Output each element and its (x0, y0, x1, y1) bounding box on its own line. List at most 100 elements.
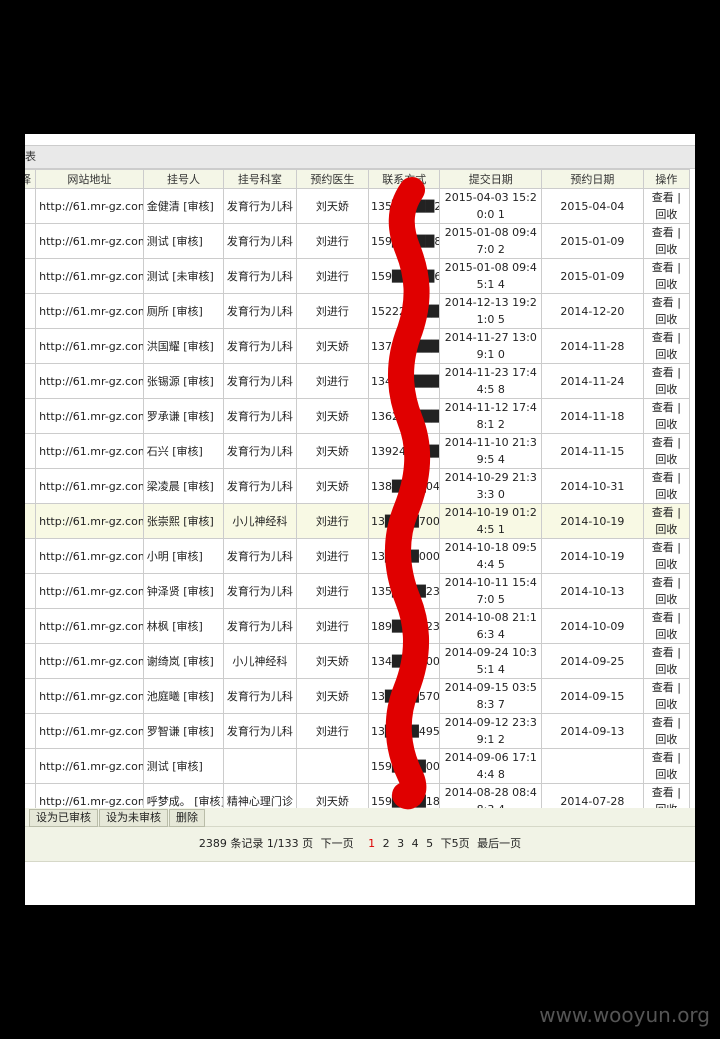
row-select-cell[interactable] (25, 223, 37, 259)
row-select-cell[interactable] (25, 293, 37, 329)
site-url-cell: http://61.mr-gz.com (35, 748, 144, 784)
col-operation: 操作 (642, 169, 691, 189)
row-select-cell[interactable] (25, 398, 37, 434)
operation-cell[interactable]: 查看 | 回收 (642, 573, 691, 609)
set-reviewed-button[interactable]: 设为已审核 (29, 809, 98, 827)
patient-cell: 洪国耀 [审核] (142, 328, 225, 364)
submit-date-cell: 2015-01-08 09:47:0 2 (439, 223, 543, 259)
row-select-cell[interactable] (25, 433, 37, 469)
operation-cell[interactable]: 查看 | 回收 (642, 433, 691, 469)
dept-cell: 发育行为儿科 (223, 398, 297, 434)
table-row: http://61.mr-gz.com 测试 [审核] 159████000 2014… (25, 748, 691, 784)
row-select-cell[interactable] (25, 713, 37, 749)
doctor-cell (295, 748, 370, 784)
row-select-cell[interactable] (25, 188, 37, 224)
submit-date-cell: 2014-09-24 10:35:1 4 (439, 643, 543, 679)
patient-cell: 测试 [审核] (142, 223, 225, 259)
col-site: 网站地址 (35, 169, 144, 189)
appointment-table: 择 网站地址 挂号人 挂号科室 预约医生 联系方式 提交日期 预约日期 操作 h… (25, 169, 691, 819)
delete-button[interactable]: 删除 (169, 809, 205, 827)
page-link-1[interactable]: 1 (368, 837, 375, 850)
site-url-cell: http://61.mr-gz.com (35, 678, 144, 714)
table-row: http://61.mr-gz.com 谢绮岚 [审核] 小儿神经科 刘天娇 134██… (25, 643, 691, 679)
submit-date-cell: 2014-11-27 13:09:1 0 (439, 328, 543, 364)
operation-cell[interactable]: 查看 | 回收 (642, 468, 691, 504)
doctor-cell: 刘天娇 (295, 398, 370, 434)
page-link-5[interactable]: 5 (426, 837, 433, 850)
operation-cell[interactable]: 查看 | 回收 (642, 713, 691, 749)
phone-cell: 13████0001 (368, 538, 441, 574)
row-select-cell[interactable] (25, 538, 37, 574)
submit-date-cell: 2014-10-11 15:47:0 5 (439, 573, 543, 609)
page-link-4[interactable]: 4 (412, 837, 419, 850)
page-link-3[interactable]: 3 (397, 837, 404, 850)
operation-cell[interactable]: 查看 | 回收 (642, 608, 691, 644)
site-url-cell: http://61.mr-gz.com (35, 713, 144, 749)
doctor-cell: 刘天娇 (295, 328, 370, 364)
dept-cell: 发育行为儿科 (223, 538, 297, 574)
table-row: http://61.mr-gz.com 洪国耀 [审核] 发育行为儿科 刘天娇 1371… (25, 328, 691, 364)
submit-date-cell: 2014-09-12 23:39:1 2 (439, 713, 543, 749)
patient-cell: 池庭曦 [审核] (142, 678, 225, 714)
phone-cell: 135████2344 (368, 573, 441, 609)
operation-cell[interactable]: 查看 | 回收 (642, 538, 691, 574)
doctor-cell: 刘进行 (295, 293, 370, 329)
appoint-date-cell (541, 748, 644, 784)
operation-cell[interactable]: 查看 | 回收 (642, 258, 691, 294)
phone-cell: 13████4956 (368, 713, 441, 749)
submit-date-cell: 2014-09-15 03:58:3 7 (439, 678, 543, 714)
submit-date-cell: 2014-11-23 17:44:5 8 (439, 363, 543, 399)
dept-cell: 发育行为儿科 (223, 328, 297, 364)
row-select-cell[interactable] (25, 328, 37, 364)
submit-date-cell: 2014-10-08 21:16:3 4 (439, 608, 543, 644)
row-select-cell[interactable] (25, 363, 37, 399)
operation-cell[interactable]: 查看 | 回收 (642, 188, 691, 224)
site-url-cell: http://61.mr-gz.com (35, 223, 144, 259)
dept-cell: 发育行为儿科 (223, 468, 297, 504)
row-select-cell[interactable] (25, 573, 37, 609)
doctor-cell: 刘进行 (295, 608, 370, 644)
operation-cell[interactable]: 查看 | 回收 (642, 503, 691, 539)
doctor-cell: 刘天娇 (295, 468, 370, 504)
page-link-2[interactable]: 2 (383, 837, 390, 850)
col-select: 择 (25, 169, 37, 189)
row-select-cell[interactable] (25, 258, 37, 294)
operation-cell[interactable]: 查看 | 回收 (642, 293, 691, 329)
row-select-cell[interactable] (25, 468, 37, 504)
appoint-date-cell: 2014-11-24 (541, 363, 644, 399)
doctor-cell: 刘进行 (295, 538, 370, 574)
dept-cell: 发育行为儿科 (223, 573, 297, 609)
operation-cell[interactable]: 查看 | 回收 (642, 328, 691, 364)
row-select-cell[interactable] (25, 608, 37, 644)
table-row: http://61.mr-gz.com 测试 [未审核] 发育行为儿科 刘进行 159█… (25, 258, 691, 294)
table-row: http://61.mr-gz.com 林枫 [审核] 发育行为儿科 刘进行 189██… (25, 608, 691, 644)
table-row: http://61.mr-gz.com 厕所 [审核] 发育行为儿科 刘进行 15222… (25, 293, 691, 329)
operation-cell[interactable]: 查看 | 回收 (642, 643, 691, 679)
row-select-cell[interactable] (25, 678, 37, 714)
dept-cell: 发育行为儿科 (223, 188, 297, 224)
set-unreviewed-button[interactable]: 设为未审核 (99, 809, 168, 827)
next-5-pages-link[interactable]: 下5页 (441, 837, 470, 850)
appoint-date-cell: 2014-09-15 (541, 678, 644, 714)
operation-cell[interactable]: 查看 | 回收 (642, 398, 691, 434)
operation-cell[interactable]: 查看 | 回收 (642, 363, 691, 399)
next-page-link[interactable]: 下一页 (321, 837, 354, 850)
col-submit-date: 提交日期 (439, 169, 543, 189)
col-dept: 挂号科室 (223, 169, 297, 189)
site-url-cell: http://61.mr-gz.com (35, 188, 144, 224)
operation-cell[interactable]: 查看 | 回收 (642, 223, 691, 259)
row-select-cell[interactable] (25, 748, 37, 784)
doctor-cell: 刘进行 (295, 713, 370, 749)
submit-date-cell: 2014-12-13 19:21:0 5 (439, 293, 543, 329)
phone-cell: 134████0005 (368, 643, 441, 679)
row-select-cell[interactable] (25, 503, 37, 539)
last-page-link[interactable]: 最后一页 (477, 837, 521, 850)
operation-cell[interactable]: 查看 | 回收 (642, 678, 691, 714)
site-url-cell: http://61.mr-gz.com (35, 538, 144, 574)
row-select-cell[interactable] (25, 643, 37, 679)
operation-cell[interactable]: 查看 | 回收 (642, 748, 691, 784)
dept-cell: 发育行为儿科 (223, 258, 297, 294)
submit-date-cell: 2015-04-03 15:20:0 1 (439, 188, 543, 224)
patient-cell: 林枫 [审核] (142, 608, 225, 644)
appoint-date-cell: 2015-01-09 (541, 223, 644, 259)
